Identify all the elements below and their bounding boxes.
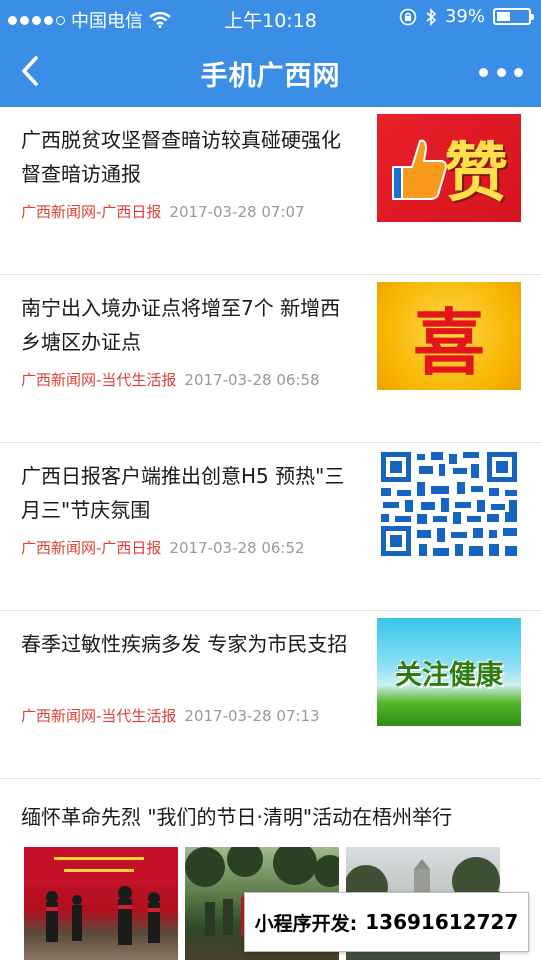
status-bar: 中国电信 上午10:18 39%: [0, 0, 541, 36]
more-dot-icon: [479, 67, 488, 77]
promo-banner[interactable]: 小程序开发: 13691612727: [244, 892, 529, 952]
ceremony-photo-icon: [24, 847, 178, 945]
news-title: 广西脱贫攻坚督查暗访较真碰硬强化督查暗访通报: [21, 128, 341, 186]
news-item[interactable]: 春季过敏性疾病多发 专家为市民支招 广西新闻网-当代生活报 2017-03-28 …: [0, 611, 541, 779]
thumb-text: 赞: [444, 136, 508, 211]
status-right: 39%: [399, 6, 534, 27]
qr-code-icon: [381, 452, 517, 556]
news-thumbnail: 喜: [377, 282, 521, 390]
battery-icon: [493, 8, 534, 25]
news-thumbnail: [377, 450, 521, 558]
news-source: 广西新闻网-广西日报: [21, 539, 162, 557]
news-photo: [24, 847, 178, 960]
more-dot-icon: [514, 67, 523, 77]
news-thumbnail: 关注健康: [377, 618, 521, 726]
thumb-text: 关注健康: [395, 659, 503, 691]
news-list: 广西脱贫攻坚督查暗访较真碰硬强化督查暗访通报 广西新闻网-广西日报 2017-03…: [0, 107, 541, 960]
news-source: 广西新闻网-当代生活报: [21, 707, 177, 725]
news-meta: 广西新闻网-当代生活报 2017-03-28 07:13: [21, 705, 320, 726]
news-source: 广西新闻网-广西日报: [21, 203, 162, 221]
bluetooth-icon: [426, 7, 437, 26]
news-source: 广西新闻网-当代生活报: [21, 371, 177, 389]
more-dot-icon: [496, 67, 506, 77]
news-item[interactable]: 广西脱贫攻坚督查暗访较真碰硬强化督查暗访通报 广西新闻网-广西日报 2017-03…: [0, 107, 541, 275]
news-title: 缅怀革命先烈 "我们的节日·清明"活动在梧州举行: [21, 805, 453, 829]
news-title: 春季过敏性疾病多发 专家为市民支招: [21, 632, 348, 656]
thumb-text: 喜: [412, 299, 485, 385]
news-meta: 广西新闻网-当代生活报 2017-03-28 06:58: [21, 369, 320, 390]
news-item[interactable]: 南宁出入境办证点将增至7个 新增西乡塘区办证点 广西新闻网-当代生活报 2017-…: [0, 275, 541, 443]
news-time: 2017-03-28 06:58: [184, 371, 320, 389]
news-thumbnail: 赞: [377, 114, 521, 222]
more-button[interactable]: [479, 60, 523, 84]
promo-number: 13691612727: [365, 910, 519, 934]
news-time: 2017-03-28 07:07: [169, 203, 305, 221]
app-header: 中国电信 上午10:18 39% 手机广西网: [0, 0, 541, 107]
news-item[interactable]: 广西日报客户端推出创意H5 预热"三月三"节庆氛围 广西新闻网-广西日报 2017…: [0, 443, 541, 611]
promo-label: 小程序开发:: [254, 912, 358, 935]
news-time: 2017-03-28 07:13: [184, 707, 320, 725]
rotation-lock-icon: [399, 8, 417, 25]
page-title: 手机广西网: [200, 61, 341, 92]
news-title: 广西日报客户端推出创意H5 预热"三月三"节庆氛围: [21, 464, 345, 522]
news-title: 南宁出入境办证点将增至7个 新增西乡塘区办证点: [21, 296, 341, 354]
news-meta: 广西新闻网-广西日报 2017-03-28 06:52: [21, 537, 305, 558]
battery-percent: 39%: [444, 6, 485, 27]
nav-bar: 手机广西网: [0, 36, 541, 107]
news-meta: 广西新闻网-广西日报 2017-03-28 07:07: [21, 201, 305, 222]
news-time: 2017-03-28 06:52: [169, 539, 305, 557]
thumbs-up-icon: [392, 139, 447, 200]
